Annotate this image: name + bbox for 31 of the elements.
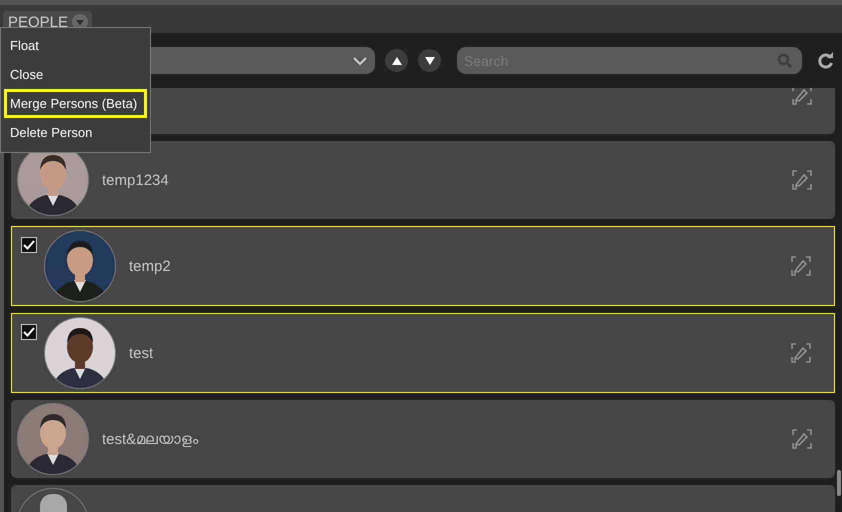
- person-card[interactable]: temp2: [11, 226, 835, 306]
- menu-item[interactable]: Float: [4, 31, 147, 60]
- edit-icon: [791, 88, 813, 106]
- person-name: temp1234: [102, 172, 170, 188]
- up-arrow-icon: [390, 56, 402, 66]
- edit-icon: [791, 169, 813, 191]
- person-card[interactable]: test&മലയാളം: [11, 400, 835, 478]
- scrollbar-thumb[interactable]: [837, 470, 841, 496]
- edit-icon: [791, 428, 813, 450]
- edit-button[interactable]: [790, 255, 812, 277]
- down-arrow-icon: [424, 56, 436, 66]
- edit-icon: [790, 255, 812, 277]
- edit-button[interactable]: [791, 88, 813, 106]
- edit-button[interactable]: [791, 169, 813, 191]
- person-name: temp2: [129, 258, 172, 274]
- move-up-button[interactable]: [385, 49, 408, 72]
- move-down-button[interactable]: [418, 49, 441, 72]
- chevron-icon: [353, 56, 367, 66]
- edit-button[interactable]: [791, 428, 813, 450]
- refresh-icon[interactable]: [816, 50, 836, 70]
- checkbox[interactable]: [21, 237, 37, 253]
- person-name: test&മലയാളം: [102, 430, 200, 448]
- person-card[interactable]: test: [11, 313, 835, 393]
- search-icon: [777, 53, 793, 69]
- edit-icon: [790, 342, 812, 364]
- person-card[interactable]: temp1234: [11, 141, 835, 219]
- person-name: test: [129, 344, 154, 362]
- menu-item[interactable]: Merge Persons (Beta): [4, 89, 147, 118]
- checkbox[interactable]: [21, 324, 37, 340]
- menu-item[interactable]: Close: [4, 60, 147, 89]
- edit-button[interactable]: [790, 342, 812, 364]
